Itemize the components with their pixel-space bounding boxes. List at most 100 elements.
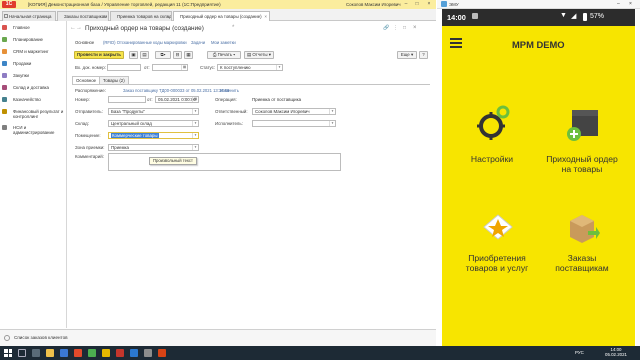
calendar-icon[interactable]: ▦ <box>181 65 187 70</box>
link-notes[interactable]: Мои заметки <box>211 40 236 45</box>
close-icon[interactable]: × <box>166 12 169 21</box>
save-icon[interactable]: ▣ <box>129 51 138 59</box>
tile-supplier-orders[interactable]: Заказы поставщикам <box>542 209 622 304</box>
calendar-icon[interactable]: ▦ <box>192 97 198 102</box>
more-button[interactable]: Еще ▾ <box>397 51 417 59</box>
link-rfid-codes[interactable]: (RFID) Отсканированные коды маркировки <box>103 40 187 45</box>
post-icon[interactable]: ▤ <box>140 51 149 59</box>
post-and-close-button[interactable]: Провести и закрыть <box>74 51 124 59</box>
sender-field[interactable]: База "Продукты" ▾ <box>108 108 199 115</box>
battery-level: 57% <box>590 13 605 20</box>
responsible-field[interactable]: Соколов Максим Игоревич ▾ <box>252 108 336 115</box>
tile-purchases[interactable]: Приобретения товаров и услуг <box>452 209 542 304</box>
order-link[interactable]: Заказ поставщику ТД00-000033 от 05.02.20… <box>123 88 229 93</box>
app-icon[interactable] <box>74 349 82 357</box>
tile-settings[interactable]: Настройки <box>452 104 532 194</box>
link-tasks[interactable]: Задачи <box>191 40 205 45</box>
history-icon[interactable] <box>4 335 10 341</box>
favorite-star-icon[interactable]: * <box>232 25 234 31</box>
chevron-down-icon[interactable]: ▾ <box>192 121 198 126</box>
phone-status-bar: 14:00 ▼ ◢ 57% <box>442 9 635 26</box>
maximize-form-icon[interactable]: □ <box>403 25 406 31</box>
section-icon <box>2 25 7 30</box>
chevron-down-icon[interactable]: ▾ <box>329 109 335 114</box>
star-envelope-icon <box>483 214 513 240</box>
close-icon[interactable]: × <box>629 1 632 7</box>
close-form-icon[interactable]: × <box>413 25 417 31</box>
phone-screen: 14:00 ▼ ◢ 57% MPM DEMO Настройки Приходн… <box>442 9 635 346</box>
tab-supplier-orders[interactable]: Заказы поставщикам × <box>57 11 109 21</box>
app-icon[interactable] <box>158 349 166 357</box>
status-text[interactable]: Список заказов клиентов <box>14 335 68 340</box>
responsible-value: Соколов Максим Игоревич <box>255 109 310 114</box>
notification-icon <box>472 13 478 19</box>
warehouse-field[interactable]: Центральный склад ▾ <box>108 120 199 127</box>
warehouse-label: Склад: <box>75 121 89 126</box>
link-main[interactable]: Основное <box>75 40 94 45</box>
comment-field[interactable] <box>108 153 341 171</box>
tab-main[interactable]: Основное <box>72 76 101 84</box>
structure-icon[interactable]: ⧉▾ <box>155 51 171 59</box>
sidebar-item-label: Склад и доставка <box>13 85 49 90</box>
tab-goods[interactable]: Товары (2) <box>99 76 129 84</box>
current-user[interactable]: Соколов Максим Игоревич <box>346 2 401 7</box>
reports-icon: ▤ <box>246 52 252 57</box>
sidebar-item-label: Закупки <box>13 73 30 78</box>
link-icon[interactable]: 🔗 <box>383 25 389 31</box>
number-date-field[interactable]: 05.02.2021 0:00:00 ▦ <box>155 96 199 103</box>
executor-field[interactable]: ▾ <box>252 120 336 127</box>
change-order-link[interactable]: Изменить <box>220 88 239 93</box>
app-icon[interactable] <box>144 349 152 357</box>
language-indicator[interactable]: РУС <box>575 350 584 355</box>
table-icon[interactable]: ▦ <box>184 51 193 59</box>
windows-start-icon[interactable] <box>4 349 12 357</box>
sidebar-item-label: CRM и маркетинг <box>13 49 49 54</box>
inc-num-field[interactable] <box>107 64 141 71</box>
maximize-icon[interactable]: □ <box>413 1 421 8</box>
tile-receipt-order[interactable]: Приходный ордер на товары <box>542 104 622 194</box>
chevron-down-icon[interactable]: ▾ <box>276 65 282 70</box>
minimize-icon[interactable]: – <box>617 1 620 7</box>
emulator-title: ЭМУ <box>449 2 459 7</box>
print-button[interactable]: ⎙ Печать ▾ <box>207 51 241 59</box>
close-icon[interactable]: × <box>425 1 433 8</box>
status-select[interactable]: К поступлению ▾ <box>217 64 283 71</box>
room-field[interactable]: Коммерческие товары ▾ <box>108 132 199 139</box>
close-icon[interactable]: × <box>103 12 106 21</box>
section-icon <box>2 61 7 66</box>
chevron-down-icon[interactable]: ▾ <box>192 145 198 150</box>
menu-hamburger-icon[interactable] <box>450 38 462 48</box>
chevron-down-icon[interactable]: ▾ <box>329 121 335 126</box>
chevron-down-icon[interactable]: ▾ <box>192 133 198 138</box>
tile-label: Настройки <box>470 154 514 164</box>
tab-label: Заказы поставщикам <box>64 14 108 19</box>
attach-icon[interactable]: ⊟ <box>173 51 182 59</box>
tab-home[interactable]: Начальная страница <box>2 11 56 21</box>
clock[interactable]: 14:00 05.02.2021 <box>602 347 630 357</box>
inc-date-field[interactable]: ▦ <box>152 64 188 71</box>
chevron-down-icon[interactable]: ▾ <box>192 109 198 114</box>
app-icon[interactable] <box>130 349 138 357</box>
box-arrow-icon <box>570 215 600 243</box>
help-button[interactable]: ? <box>419 51 428 59</box>
print-label: Печать <box>217 52 233 57</box>
1c-icon[interactable] <box>102 349 110 357</box>
room-label: Помещение: <box>75 133 101 138</box>
tab-receipt-order-create[interactable]: Приходный ордер на товары (создание) × <box>173 11 270 21</box>
zone-field[interactable]: Приемка ▾ <box>108 144 199 151</box>
close-icon[interactable]: × <box>264 12 267 21</box>
app-icon[interactable] <box>116 349 124 357</box>
app-icon[interactable] <box>88 349 96 357</box>
forward-arrow-icon[interactable]: → <box>76 25 82 31</box>
search-icon[interactable] <box>18 349 26 357</box>
more-icon[interactable]: ⋮ <box>393 25 398 31</box>
tab-receipt-to-warehouse[interactable]: Приемка товаров на склад × <box>110 11 172 21</box>
task-view-icon[interactable] <box>32 349 40 357</box>
tab-label: Начальная страница <box>9 14 52 19</box>
edge-icon[interactable] <box>60 349 68 357</box>
file-explorer-icon[interactable] <box>46 349 54 357</box>
minimize-icon[interactable]: – <box>402 1 410 8</box>
reports-button[interactable]: ▤ Отчеты ▾ <box>244 51 274 59</box>
status-bar: Список заказов клиентов <box>0 329 436 346</box>
number-field[interactable] <box>108 96 146 103</box>
